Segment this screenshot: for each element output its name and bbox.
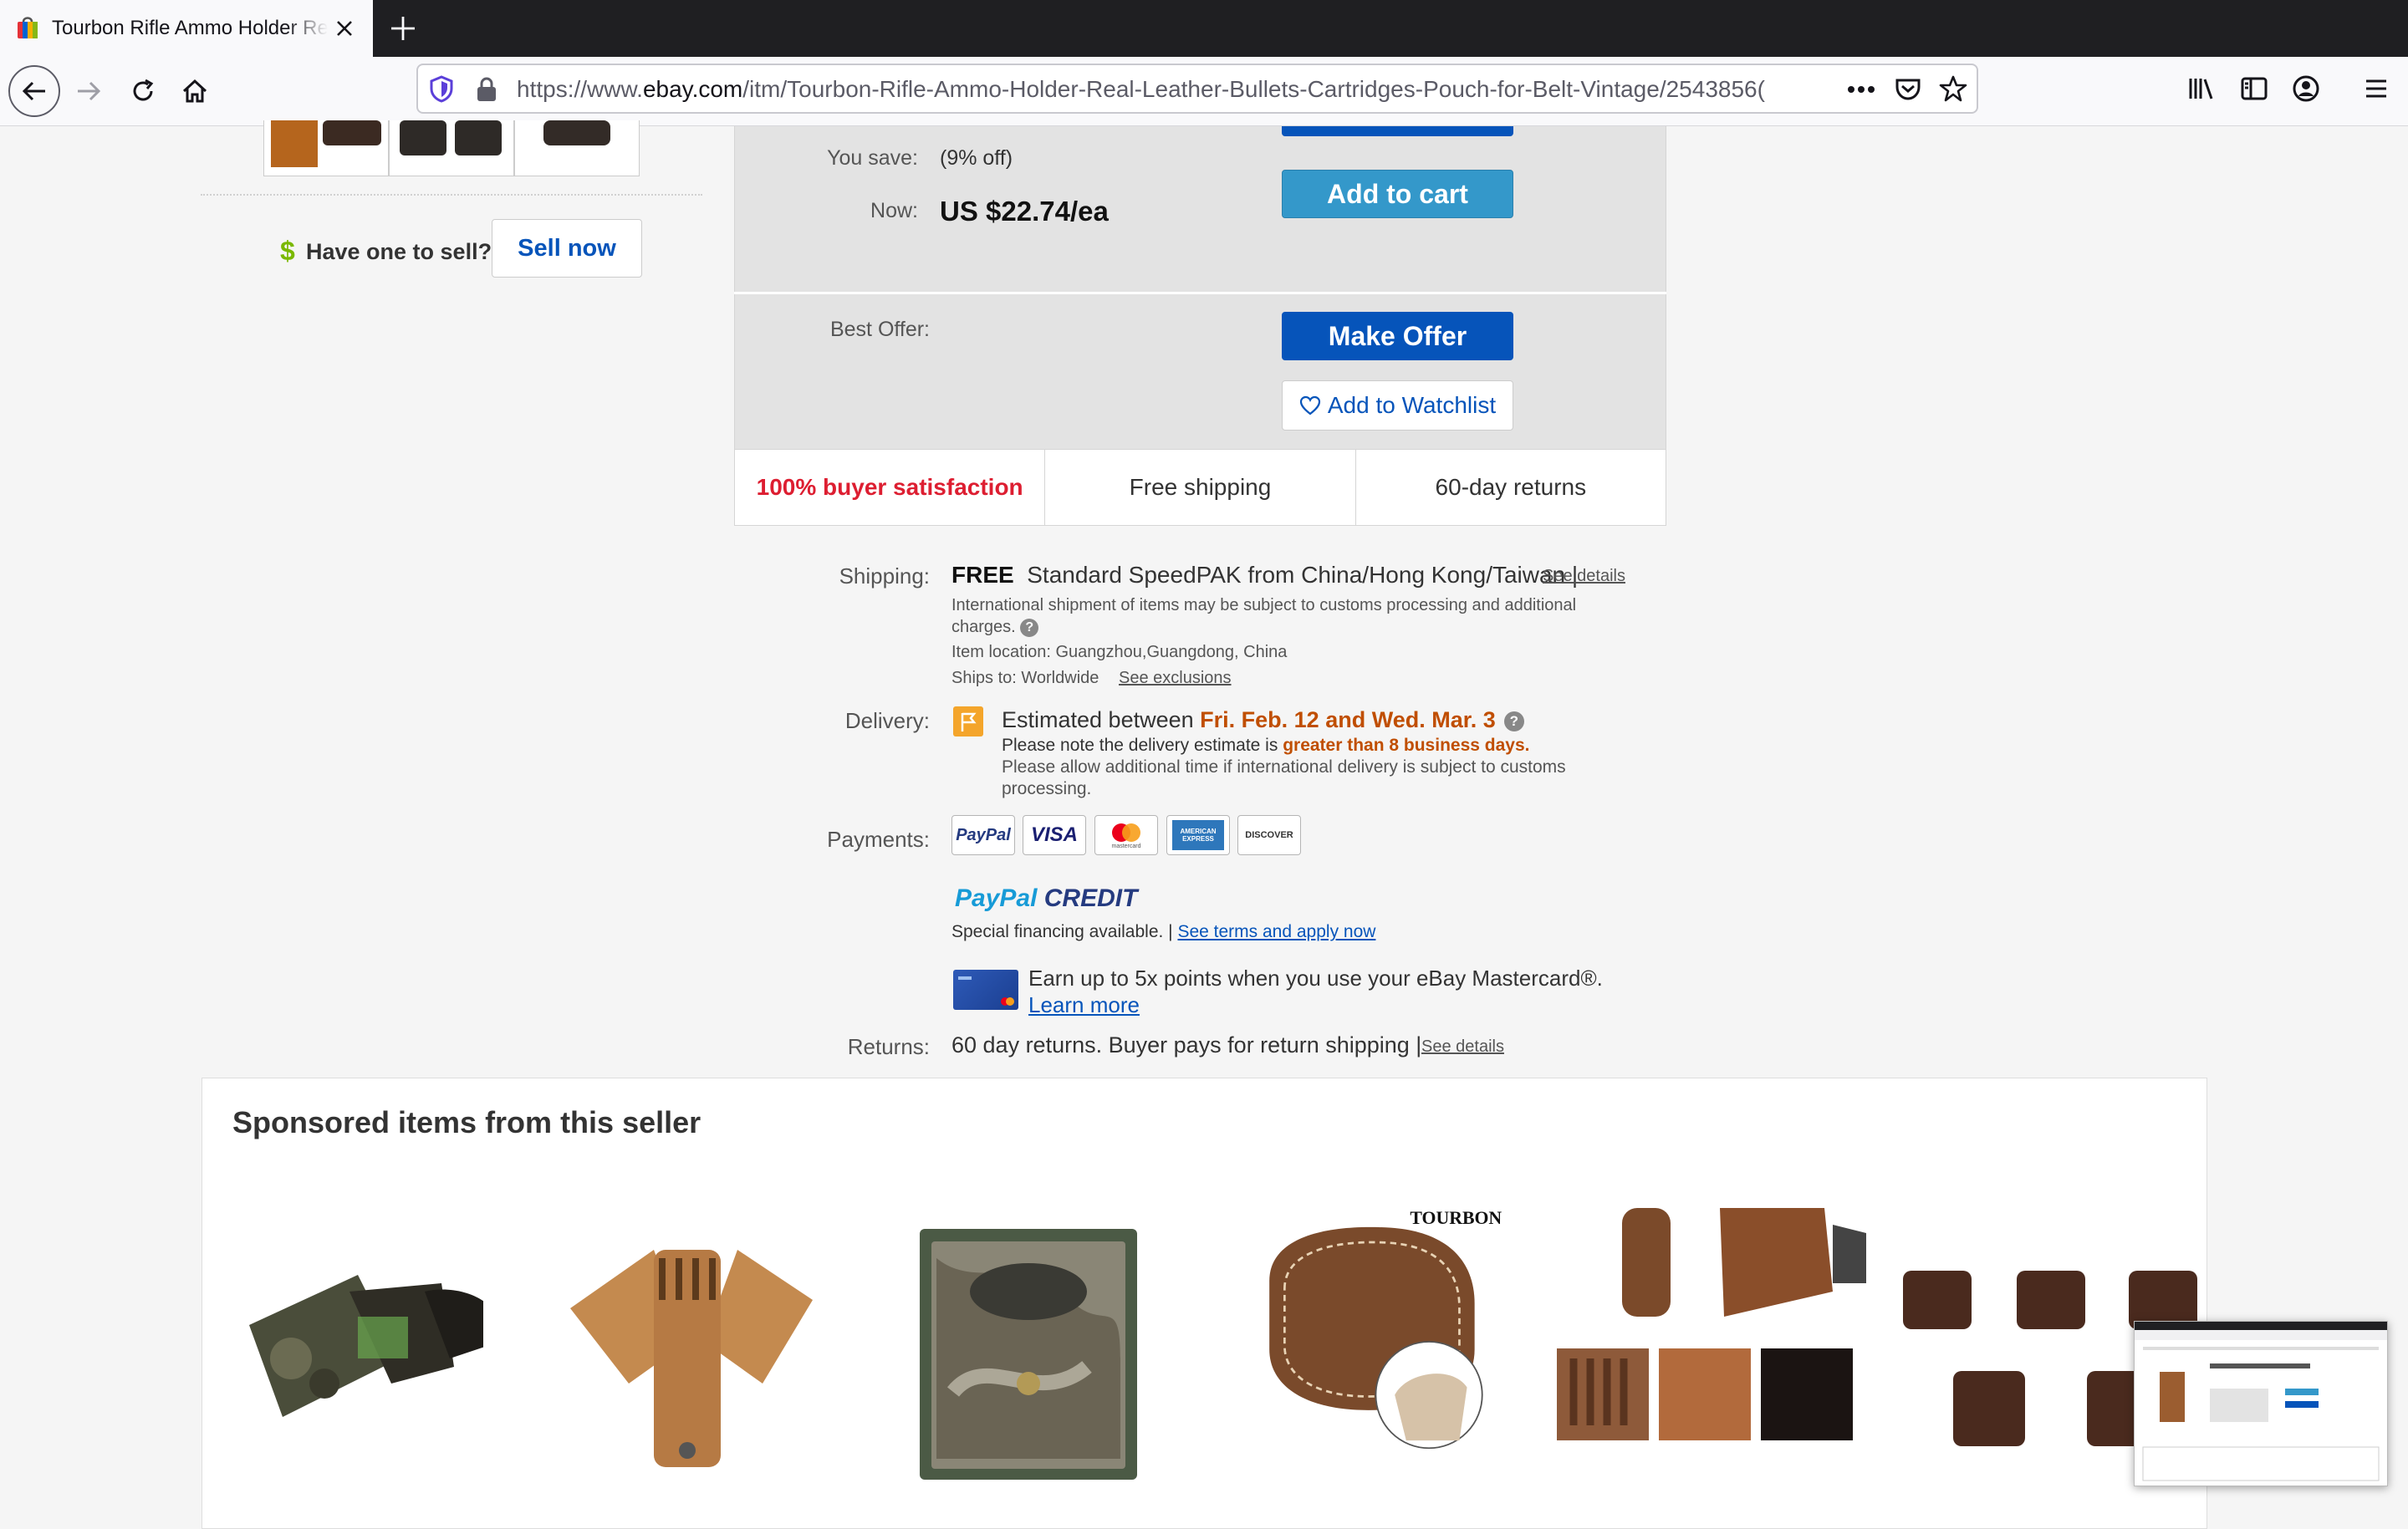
help-icon[interactable]: ?	[1020, 618, 1039, 637]
mastercard-points-text: Earn up to 5x points when you use your e…	[1028, 966, 1603, 991]
back-arrow-icon	[22, 81, 45, 101]
delivery-label: Delivery:	[844, 708, 930, 733]
product-thumbnail[interactable]	[389, 120, 514, 176]
make-offer-button[interactable]: Make Offer	[1282, 312, 1513, 360]
forward-arrow-icon	[78, 81, 101, 101]
lock-icon[interactable]	[473, 75, 500, 104]
product-thumbnail[interactable]	[263, 120, 389, 176]
trust-badges: 100% buyer satisfaction Free shipping 60…	[734, 449, 1666, 526]
shipping-see-details-link[interactable]: See details	[1543, 567, 1625, 586]
sell-now-button[interactable]: Sell now	[492, 219, 642, 278]
free-shipping-badge: Free shipping	[1045, 450, 1356, 525]
ebay-mastercard-icon	[953, 970, 1018, 1010]
best-offer-label: Best Offer:	[829, 318, 930, 341]
returns-see-details-link[interactable]: See details	[1421, 1037, 1504, 1057]
shipping-label: Shipping:	[839, 563, 930, 589]
product-thumbnail-image	[400, 120, 502, 155]
screenshot-preview-thumbnail[interactable]	[2134, 1321, 2388, 1486]
discover-card-icon: DISCOVER	[1237, 815, 1301, 855]
sponsored-item-buttstock-shell-holder[interactable]	[1557, 1191, 1866, 1492]
payments-label: Payments:	[827, 827, 930, 852]
tab-title: Tourbon Rifle Ammo Holder Real Leather B…	[52, 17, 328, 39]
tourbon-logo: TOURBON	[1410, 1208, 1502, 1228]
library-icon[interactable]	[2186, 74, 2216, 104]
flag-icon	[961, 712, 977, 731]
pocket-icon[interactable]	[1893, 74, 1923, 104]
sponsored-item-leather-pouch[interactable]: TOURBON	[1254, 1191, 1505, 1492]
sponsored-item-leather-cartridge-holder[interactable]	[562, 1191, 813, 1492]
shipping-method: FREE Standard SpeedPAK from China/Hong K…	[951, 562, 1579, 588]
tracking-shield-icon[interactable]	[426, 74, 457, 104]
ebay-favicon-icon	[18, 17, 38, 38]
you-save-label: You save:	[827, 146, 918, 170]
account-icon[interactable]	[2291, 74, 2321, 104]
close-tab-icon[interactable]	[331, 15, 358, 42]
back-button[interactable]	[8, 65, 60, 117]
add-to-watchlist-label: Add to Watchlist	[1327, 392, 1497, 418]
heart-icon	[1299, 395, 1320, 415]
dollar-icon: $	[280, 236, 295, 266]
returns-policy: 60 day returns. Buyer pays for return sh…	[951, 1032, 1422, 1058]
delivery-customs-note: Please allow additional time if internat…	[1002, 757, 1566, 798]
paypal-credit-logo: PayPal CREDIT	[955, 884, 1138, 912]
reload-button[interactable]	[120, 68, 166, 115]
forward-button[interactable]	[65, 68, 112, 115]
have-one-to-sell-label: Have one to sell?	[306, 239, 492, 264]
amex-card-icon: AMERICAN EXPRESS	[1166, 815, 1230, 855]
delivery-flag-icon	[953, 706, 983, 736]
price-value: US $22.74/ea	[940, 196, 1109, 227]
see-exclusions-link[interactable]: See exclusions	[1119, 669, 1232, 688]
home-button[interactable]	[171, 68, 218, 115]
sponsored-item-camo-wallet[interactable]	[903, 1191, 1154, 1492]
you-save-value: (9% off)	[940, 146, 1013, 170]
mastercard-card-icon: mastercard	[1094, 815, 1158, 855]
learn-more-link[interactable]: Learn more	[1028, 992, 1140, 1018]
new-tab-plus-icon[interactable]	[388, 13, 418, 43]
help-icon[interactable]: ?	[1503, 711, 1524, 731]
screenshot-preview-image	[2135, 1322, 2387, 1481]
product-thumbnail-image	[271, 120, 381, 167]
ships-to: Ships to: Worldwide	[951, 669, 1099, 687]
shipping-customs-note: International shipment of items may be s…	[951, 596, 1577, 637]
add-to-cart-button[interactable]: Add to cart	[1282, 170, 1513, 218]
url-text[interactable]: https://www.ebay.com/itm/Tourbon-Rifle-A…	[517, 74, 1829, 105]
buy-box-separator	[734, 292, 1666, 294]
delivery-estimate: Estimated between Fri. Feb. 12 and Wed. …	[1002, 707, 1524, 733]
bookmark-star-icon[interactable]	[1938, 74, 1968, 104]
credit-card-icon	[958, 976, 1014, 1006]
item-location: Item location: Guangzhou,Guangdong, Chin…	[951, 643, 1288, 661]
sponsored-item-camo-shell-holder[interactable]	[232, 1191, 483, 1492]
delivery-estimate-note: Please note the delivery estimate is gre…	[1002, 736, 1530, 755]
page-actions-icon[interactable]	[1844, 75, 1878, 104]
returns-badge: 60-day returns	[1435, 474, 1587, 500]
special-financing: Special financing available. | See terms…	[951, 922, 1376, 941]
now-label: Now:	[870, 199, 918, 222]
divider	[201, 194, 702, 196]
see-terms-link[interactable]: See terms and apply now	[1177, 922, 1375, 941]
paypal-card-icon: PayPal	[951, 815, 1015, 855]
home-icon	[182, 79, 207, 103]
returns-label: Returns:	[847, 1034, 930, 1059]
mastercard-circles-icon	[1112, 823, 1140, 842]
hamburger-menu-icon[interactable]	[2361, 74, 2391, 104]
reload-icon	[133, 79, 154, 101]
buyer-satisfaction-badge: 100% buyer satisfaction	[735, 450, 1046, 525]
browser-tab[interactable]: Tourbon Rifle Ammo Holder Real Leather B…	[0, 0, 373, 57]
sidebar-icon[interactable]	[2239, 74, 2269, 104]
buy-it-now-button[interactable]	[1282, 126, 1513, 136]
sponsored-items-title: Sponsored items from this seller	[232, 1105, 701, 1139]
add-to-watchlist-button[interactable]: Add to Watchlist	[1282, 380, 1513, 431]
product-thumbnail[interactable]	[514, 120, 640, 176]
visa-card-icon: VISA	[1023, 815, 1086, 855]
product-thumbnail-image	[543, 120, 610, 145]
